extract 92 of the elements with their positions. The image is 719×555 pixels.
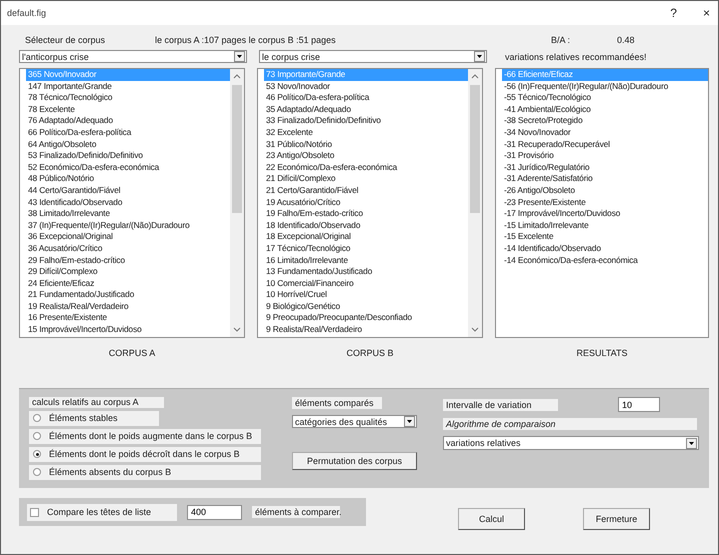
- scrollbar[interactable]: [230, 69, 244, 337]
- window-title: default.fig: [7, 8, 46, 18]
- list-item[interactable]: 31 Público/Notório: [264, 138, 468, 150]
- corpus-dropdown[interactable]: le corpus crise: [259, 50, 487, 63]
- help-button[interactable]: ?: [666, 6, 681, 20]
- list-caption: CORPUS A: [108, 348, 156, 358]
- list-item[interactable]: 13 Fundamentado/Justificado: [264, 266, 468, 278]
- interval-field[interactable]: 10: [618, 397, 660, 412]
- list-item[interactable]: 29 Difícil/Complexo: [26, 266, 230, 278]
- ratio-label: B/A :: [551, 35, 572, 45]
- list-item[interactable]: 21 Difícil/Complexo: [264, 173, 468, 185]
- group-label: calculs relatifs au corpus A: [29, 397, 164, 408]
- pages-info: le corpus A :107 pages le corpus B :51 pages: [155, 35, 337, 45]
- list-item[interactable]: -56 (In)Frequente/(Ir)Regular/(Não)Duradouro: [502, 80, 708, 92]
- list-item[interactable]: 16 Presente/Existente: [26, 312, 230, 324]
- list-item[interactable]: -15 Excelente: [502, 231, 708, 243]
- list-item[interactable]: -31 Recuperado/Recuperável: [502, 138, 708, 150]
- list-item[interactable]: -41 Ambiental/Ecológico: [502, 104, 708, 116]
- list-item[interactable]: 19 Falho/Em-estado-crítico: [264, 208, 468, 220]
- list-item[interactable]: -55 Técnico/Tecnológico: [502, 92, 708, 104]
- ratio-value: 0.48: [617, 35, 635, 45]
- list-item[interactable]: 36 Acusatório/Crítico: [26, 242, 230, 254]
- radio-option[interactable]: Éléments absents du corpus B: [29, 464, 261, 480]
- compared-label: éléments comparés: [292, 397, 382, 409]
- list-item[interactable]: 44 Certo/Garantido/Fiável: [26, 184, 230, 197]
- algorithm-dropdown[interactable]: variations relatives: [443, 436, 699, 450]
- list-item[interactable]: -31 Provisório: [502, 150, 708, 162]
- list-item[interactable]: 36 Excepcional/Original: [26, 231, 230, 243]
- list-item[interactable]: 17 Técnico/Tecnológico: [264, 242, 468, 254]
- list-item[interactable]: 18 Identificado/Observado: [264, 220, 468, 232]
- corpus-dropdown[interactable]: l'anticorpus crise: [19, 50, 247, 63]
- list-item[interactable]: 76 Adaptado/Adequado: [26, 115, 230, 127]
- list-item[interactable]: 52 Económico/Da-esfera-económica: [26, 162, 230, 174]
- list-item[interactable]: 48 Público/Notório: [26, 173, 230, 185]
- list-item[interactable]: 37 (In)Frequente/(Ir)Regular/(Não)Duradouro: [26, 220, 230, 232]
- list-item[interactable]: -17 Improvável/Incerto/Duvidoso: [502, 208, 708, 220]
- close-button[interactable]: ×: [698, 6, 714, 20]
- list-item[interactable]: 23 Antigo/Obsoleto: [264, 150, 468, 162]
- list-item[interactable]: 29 Falho/Em-estado-crítico: [26, 254, 230, 266]
- list-caption: RESULTATS: [576, 348, 628, 358]
- selector-label: Sélecteur de corpus: [24, 35, 106, 45]
- list-item[interactable]: 38 Limitado/Irrelevante: [26, 208, 230, 220]
- list-item[interactable]: -38 Secreto/Protegido: [502, 115, 708, 127]
- list-caption: CORPUS B: [346, 348, 394, 358]
- list-item[interactable]: 16 Limitado/Irrelevante: [264, 254, 468, 266]
- dialog-button[interactable]: Fermeture: [583, 508, 650, 530]
- list-item[interactable]: -26 Antigo/Obsoleto: [502, 184, 708, 197]
- list-item[interactable]: 35 Adaptado/Adequado: [264, 104, 468, 116]
- compared-dropdown[interactable]: catégories des qualités: [292, 415, 417, 428]
- list-item[interactable]: -14 Económico/Da-esfera-económica: [502, 254, 708, 266]
- list-item[interactable]: 9 Preocupado/Preocupante/Desconfiado: [264, 312, 468, 324]
- scrollbar[interactable]: [468, 69, 482, 337]
- radio-option[interactable]: Éléments dont le poids augmente dans le corpus B: [29, 428, 261, 444]
- count-label: éléments à comparer.: [252, 506, 340, 518]
- list-item[interactable]: -14 Identificado/Observado: [502, 242, 708, 254]
- list-item[interactable]: 78 Técnico/Tecnológico: [26, 92, 230, 104]
- list-item[interactable]: 43 Identificado/Observado: [26, 196, 230, 208]
- list-item[interactable]: 9 Biológico/Genético: [264, 300, 468, 312]
- list-item[interactable]: 33 Finalizado/Definido/Definitivo: [264, 115, 468, 127]
- list-item[interactable]: 10 Horrível/Cruel: [264, 289, 468, 301]
- swap-button[interactable]: Permutation des corpus: [292, 452, 417, 470]
- list-item[interactable]: -34 Novo/Inovador: [502, 126, 708, 139]
- list-item[interactable]: 147 Importante/Grande: [26, 80, 230, 92]
- list-item[interactable]: 21 Fundamentado/Justificado: [26, 289, 230, 301]
- list-item[interactable]: 64 Antigo/Obsoleto: [26, 138, 230, 150]
- radio-option[interactable]: Éléments dont le poids décroît dans le corpus B: [29, 446, 261, 462]
- list-item[interactable]: -31 Jurídico/Regulatório: [502, 162, 708, 174]
- algorithm-label: Algorithme de comparaison: [443, 418, 697, 430]
- list-item[interactable]: -31 Aderente/Satisfatório: [502, 173, 708, 185]
- list-item[interactable]: -23 Presente/Existente: [502, 196, 708, 208]
- list-item[interactable]: 24 Eficiente/Eficaz: [26, 278, 230, 290]
- list-item[interactable]: 78 Excelente: [26, 104, 230, 116]
- list-item[interactable]: 22 Económico/Da-esfera-económica: [264, 162, 468, 174]
- list-item[interactable]: -15 Limitado/Irrelevante: [502, 220, 708, 232]
- count-field[interactable]: 400: [187, 504, 242, 520]
- list-item[interactable]: 19 Acusatório/Crítico: [264, 196, 468, 208]
- list-item[interactable]: 19 Realista/Real/Verdadeiro: [26, 300, 230, 312]
- list-item[interactable]: 32 Excelente: [264, 126, 468, 139]
- list-item[interactable]: 53 Novo/Inovador: [264, 80, 468, 92]
- interval-label: Intervalle de variation: [443, 398, 558, 410]
- list-item[interactable]: 18 Excepcional/Original: [264, 231, 468, 243]
- list-item[interactable]: 21 Certo/Garantido/Fiável: [264, 184, 468, 197]
- list-item[interactable]: 15 Improvável/Incerto/Duvidoso: [26, 324, 230, 336]
- compare-heads-checkbox[interactable]: Compare les têtes de liste: [27, 504, 177, 520]
- list-item[interactable]: 10 Comercial/Financeiro: [264, 278, 468, 290]
- list-item[interactable]: 53 Finalizado/Definido/Definitivo: [26, 150, 230, 162]
- list-item[interactable]: 9 Realista/Real/Verdadeiro: [264, 324, 468, 336]
- radio-option[interactable]: Éléments stables: [29, 410, 159, 426]
- recommendation-text: variations relatives recommandées!: [505, 52, 647, 62]
- list-item[interactable]: 46 Político/Da-esfera-política: [264, 92, 468, 104]
- list-item[interactable]: 66 Político/Da-esfera-política: [26, 126, 230, 139]
- dialog-button[interactable]: Calcul: [458, 508, 525, 530]
